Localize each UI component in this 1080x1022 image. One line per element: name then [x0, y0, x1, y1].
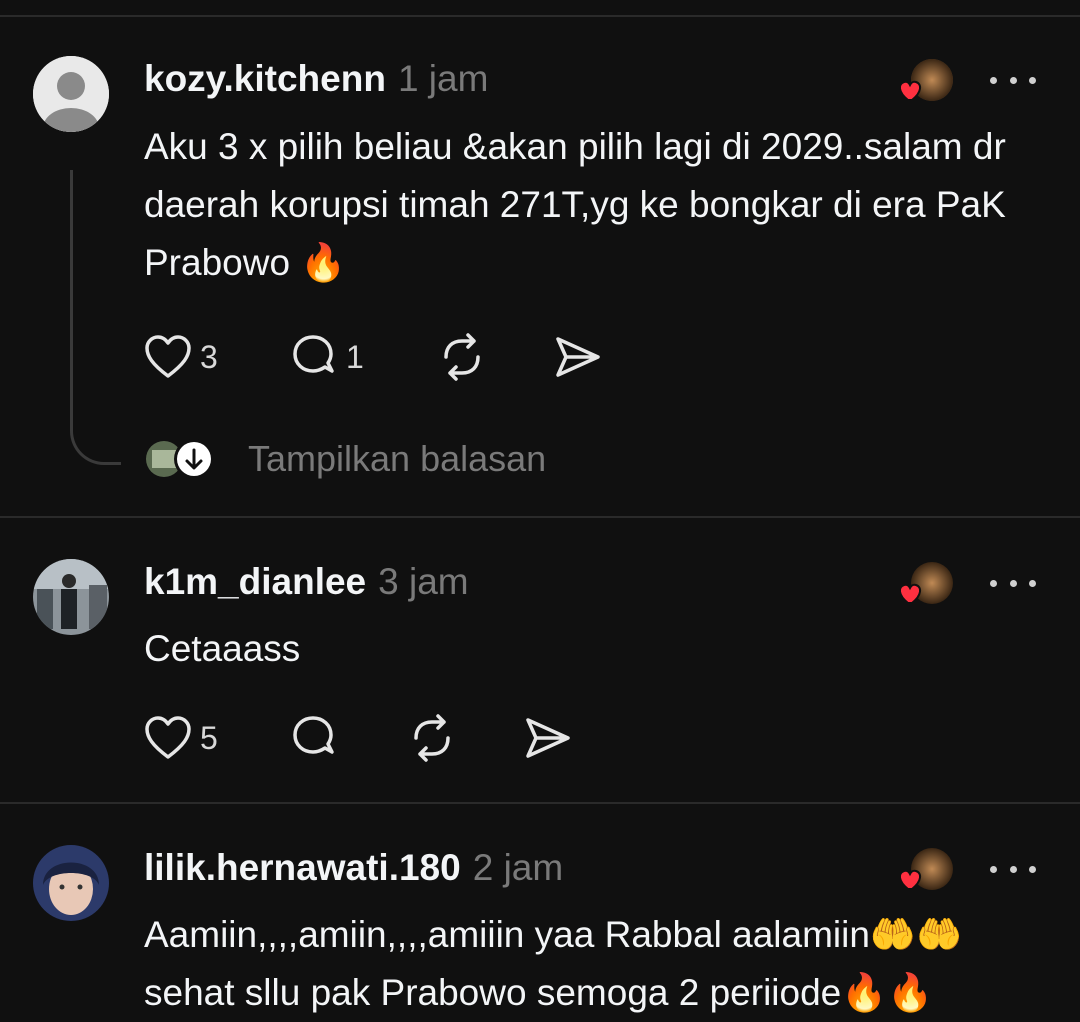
user-photo-icon: [33, 559, 109, 635]
like-count: 3: [200, 338, 218, 375]
username[interactable]: k1m_dianlee: [144, 561, 366, 602]
more-options-icon[interactable]: [990, 70, 1036, 90]
comment-text: Cetaaass: [144, 628, 301, 669]
like-button[interactable]: 5: [144, 713, 218, 763]
send-icon: [556, 337, 600, 377]
comment-text: Aamiin,,,,amiin,,,,amiiin yaa Rabbal aal…: [144, 914, 963, 1013]
like-button[interactable]: 3: [144, 332, 218, 382]
timestamp: 2 jam: [472, 847, 564, 888]
divider: [0, 15, 1080, 17]
show-replies-button[interactable]: Tampilkan balasan: [144, 436, 546, 482]
share-button[interactable]: [554, 332, 602, 382]
share-button[interactable]: [524, 713, 572, 763]
more-options-icon[interactable]: [990, 573, 1036, 593]
divider: [0, 802, 1080, 804]
more-options-icon[interactable]: [990, 859, 1036, 879]
avatar[interactable]: [33, 559, 109, 635]
reply-count: 1: [346, 338, 364, 375]
action-bar: 5: [144, 713, 594, 763]
send-icon: [526, 718, 570, 758]
comment-icon: [293, 716, 334, 754]
comment-header: kozy.kitchenn 1 jam: [144, 58, 488, 100]
thread-line: [70, 170, 121, 465]
timestamp: 3 jam: [378, 561, 469, 602]
author-liked-badge: [896, 845, 956, 895]
comment-header: k1m_dianlee 3 jam: [144, 561, 469, 603]
reply-button[interactable]: [290, 713, 338, 763]
show-replies-label[interactable]: Tampilkan balasan: [248, 436, 546, 482]
like-count: 5: [200, 719, 218, 756]
author-liked-badge: [896, 56, 956, 106]
repost-button[interactable]: [408, 713, 456, 763]
username[interactable]: kozy.kitchenn: [144, 58, 386, 99]
comment-header: lilik.hernawati.180 2 jam: [144, 847, 563, 889]
timestamp: 1 jam: [397, 58, 489, 99]
heart-icon: [145, 335, 191, 378]
action-bar: 3 1: [144, 332, 644, 382]
divider: [0, 516, 1080, 518]
reply-avatars: [146, 439, 214, 479]
avatar[interactable]: [33, 56, 109, 132]
reply-button[interactable]: 1: [290, 332, 364, 382]
comment-icon: [293, 335, 334, 373]
comment-text: Aku 3 x pilih beliau &akan pilih lagi di…: [144, 126, 1006, 283]
user-photo-icon: [33, 845, 109, 921]
heart-icon: [145, 716, 191, 759]
username[interactable]: lilik.hernawati.180: [144, 847, 461, 888]
repost-icon: [444, 333, 480, 381]
repost-button[interactable]: [438, 332, 486, 382]
default-avatar-icon: [33, 56, 109, 132]
author-liked-badge: [896, 559, 956, 609]
avatar[interactable]: [33, 845, 109, 921]
repost-icon: [414, 714, 450, 762]
